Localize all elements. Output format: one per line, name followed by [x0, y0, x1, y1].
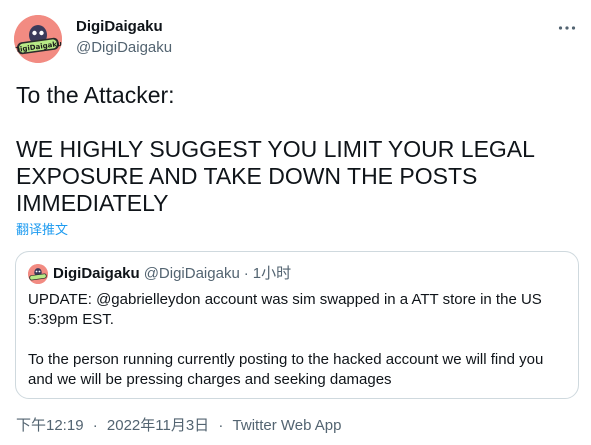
tweet-source[interactable]: Twitter Web App [233, 417, 342, 434]
tweet-time[interactable]: 下午12:19 [16, 417, 84, 434]
quoted-author-avatar [28, 264, 48, 284]
quoted-tweet-card[interactable]: DigiDaigaku @DigiDaigaku · 1小时 UPDATE: @… [15, 251, 579, 399]
tweet-text: To the Attacker: WE HIGHLY SUGGEST YOU L… [16, 82, 535, 216]
author-block: DigiDaigaku @DigiDaigaku [76, 17, 172, 58]
quoted-separator: · [243, 265, 249, 282]
tweet-meta: 下午12:19 · 2022年11月3日 · Twitter Web App [16, 416, 341, 436]
quoted-tweet-text: UPDATE: @gabrielleydon account was sim s… [28, 291, 544, 388]
author-handle[interactable]: @DigiDaigaku [76, 38, 172, 58]
quoted-tweet-header: DigiDaigaku @DigiDaigaku · 1小时 [28, 264, 291, 284]
quoted-avatar-logo-icon [28, 264, 48, 284]
author-avatar[interactable]: DigiDaigaku [14, 15, 62, 63]
more-options-button[interactable] [555, 16, 579, 40]
meta-separator: · [92, 417, 98, 434]
avatar-logo-icon: DigiDaigaku [14, 15, 62, 63]
tweet-date[interactable]: 2022年11月3日 [107, 417, 209, 434]
more-horizontal-icon [558, 26, 576, 30]
translate-tweet-link[interactable]: 翻译推文 [16, 222, 68, 238]
quoted-author-display-name: DigiDaigaku [53, 265, 140, 282]
quoted-author-handle: @DigiDaigaku [143, 265, 240, 282]
quoted-timestamp: 1小时 [252, 265, 292, 282]
meta-separator: · [218, 417, 224, 434]
author-display-name[interactable]: DigiDaigaku [76, 17, 172, 37]
